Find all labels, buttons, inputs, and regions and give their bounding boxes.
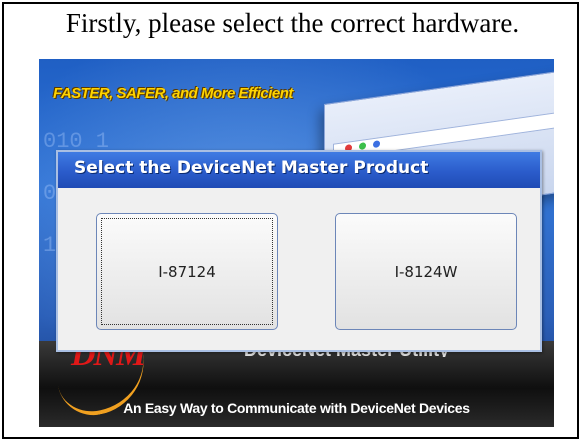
i-8124w-button[interactable]: I-8124W <box>335 213 517 330</box>
page-frame: Firstly, please select the correct hardw… <box>2 2 579 439</box>
i-8124w-button-label: I-8124W <box>394 262 458 281</box>
dialog-titlebar: Select the DeviceNet Master Product <box>58 152 540 188</box>
select-product-dialog: Select the DeviceNet Master Product I-87… <box>56 150 542 352</box>
focus-rectangle <box>101 218 273 325</box>
instruction-text: Firstly, please select the correct hardw… <box>65 8 520 38</box>
dialog-title: Select the DeviceNet Master Product <box>74 158 429 178</box>
i-87124-button[interactable]: I-87124 <box>96 213 278 330</box>
splash-tagline: FASTER, SAFER, and More Efficient <box>53 85 293 102</box>
splash-slogan: An Easy Way to Communicate with DeviceNe… <box>123 400 470 416</box>
